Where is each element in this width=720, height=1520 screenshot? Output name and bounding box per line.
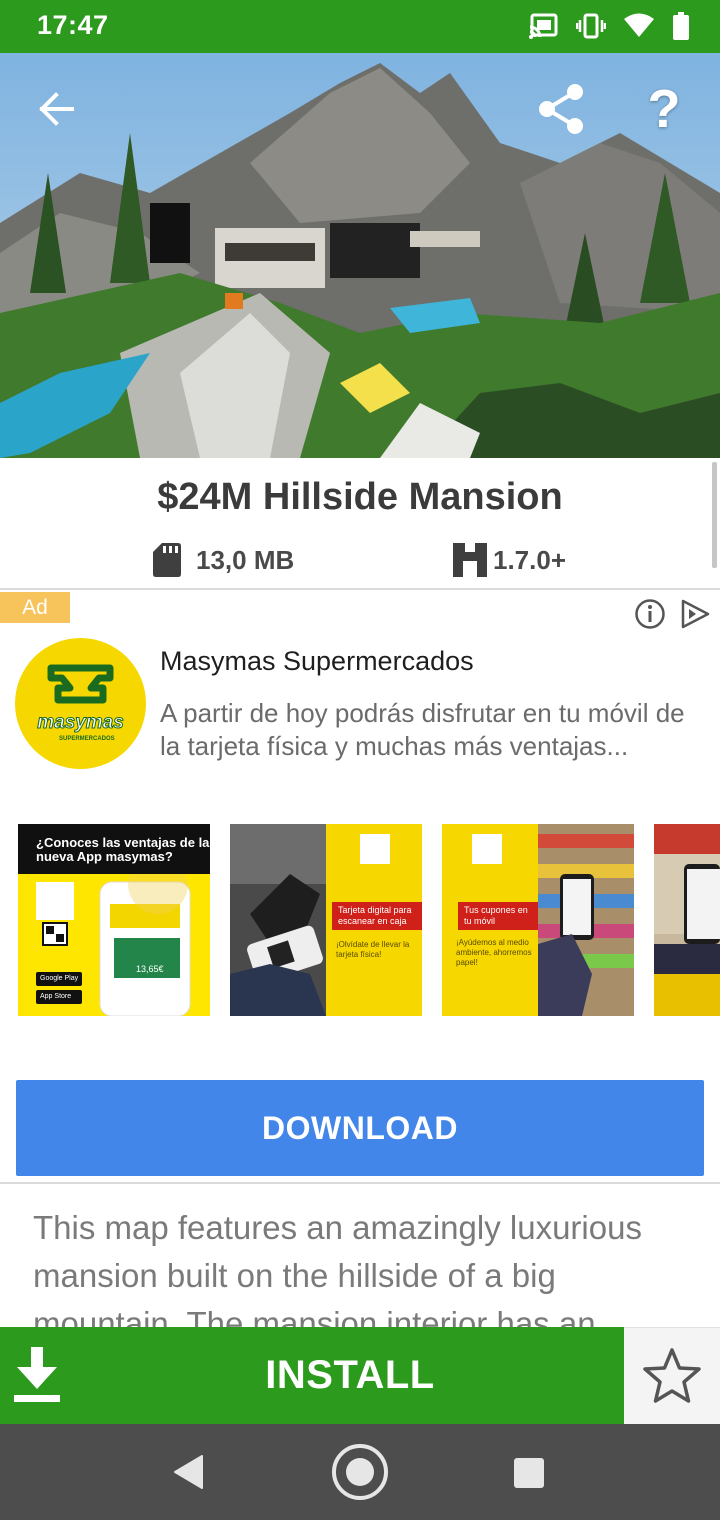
ad-image[interactable]: Tarjeta digital para escanear en caja ¡O…	[230, 824, 422, 1016]
minecraft-mansion-screenshot	[0, 53, 720, 458]
app-store-badge: App Store	[40, 993, 72, 1000]
install-label: INSTALL	[265, 1353, 435, 1397]
status-time: 17:47	[37, 10, 109, 40]
ad-image[interactable]: ¿Conoces las ventajas de la nueva App ma…	[18, 824, 210, 1016]
ad-image-text: ¡Ayúdemos al medio ambiente, ahorremos p…	[456, 938, 532, 967]
description-text: This map features an amazingly luxurious…	[33, 1209, 642, 1327]
game-version-text: 1.7.0+	[493, 544, 567, 575]
ad-image-art	[654, 824, 720, 1016]
ad-image-label: Tarjeta digital para escanear en caja	[332, 902, 422, 930]
share-button[interactable]	[533, 81, 589, 137]
nav-recents-button[interactable]	[510, 1454, 548, 1492]
ad-image[interactable]: Tus cupones en tu móvil ¡Ayúdemos al med…	[442, 824, 634, 1016]
ad-image-label: Tus cupones en tu móvil	[458, 902, 538, 930]
info-icon[interactable]	[634, 598, 666, 630]
minecraft-version-icon	[453, 543, 487, 577]
arrow-back-icon	[39, 92, 74, 126]
battery-icon	[673, 12, 689, 40]
star-outline-icon	[643, 1348, 701, 1403]
app-title: $24M Hillside Mansion	[157, 476, 563, 518]
ad-image-text: ¡Olvídate de llevar la tarjeta física!	[336, 940, 410, 959]
file-size: 13,0 MB	[152, 543, 294, 577]
favorite-button[interactable]	[624, 1327, 720, 1424]
home-circle-icon	[332, 1444, 388, 1500]
ad-badge: Ad	[0, 592, 70, 623]
advertiser-logo[interactable]: masymas SUPERMERCADOS	[15, 638, 146, 769]
hero-image: ?	[0, 53, 720, 458]
square-recents-icon	[514, 1458, 544, 1488]
status-bar: 17:47	[0, 0, 720, 53]
adchoices-icon[interactable]	[678, 598, 712, 630]
download-button[interactable]: DOWNLOAD	[16, 1080, 704, 1176]
help-icon: ?	[647, 79, 681, 139]
masymas-logo-mark	[47, 664, 114, 704]
triangle-back-icon	[174, 1455, 203, 1489]
logo-wordmark: masymas	[37, 712, 125, 734]
vibrate-icon	[576, 13, 606, 39]
description-container: This map features an amazingly luxurious…	[0, 1200, 720, 1327]
status-icons	[528, 12, 690, 40]
google-play-badge: Google Play	[40, 975, 79, 982]
wifi-icon	[624, 13, 654, 37]
ad-image-heading: ¿Conoces las ventajas de la nueva App ma…	[18, 824, 210, 874]
logo-subtext: SUPERMERCADOS	[59, 736, 115, 742]
cast-icon	[529, 13, 558, 39]
help-button[interactable]: ?	[636, 81, 692, 137]
install-button[interactable]: INSTALL	[0, 1327, 624, 1424]
divider	[0, 588, 720, 590]
ad-advertiser-name[interactable]: Masymas Supermercados	[160, 646, 474, 677]
system-nav-bar	[0, 1424, 720, 1520]
scrollbar[interactable]	[712, 462, 717, 568]
nav-home-button[interactable]	[330, 1442, 390, 1502]
sd-card-icon	[153, 543, 181, 577]
ad-description[interactable]: A partir de hoy podrás disfrutar en tu m…	[160, 697, 708, 763]
nav-back-button[interactable]	[168, 1452, 208, 1492]
game-version: 1.7.0+	[453, 543, 566, 577]
file-size-text: 13,0 MB	[196, 544, 295, 575]
back-button[interactable]	[28, 81, 84, 137]
ad-image[interactable]	[654, 824, 720, 1016]
share-icon	[539, 84, 583, 134]
ad-image-amount: 13,65€	[136, 964, 164, 974]
divider	[0, 1182, 720, 1184]
